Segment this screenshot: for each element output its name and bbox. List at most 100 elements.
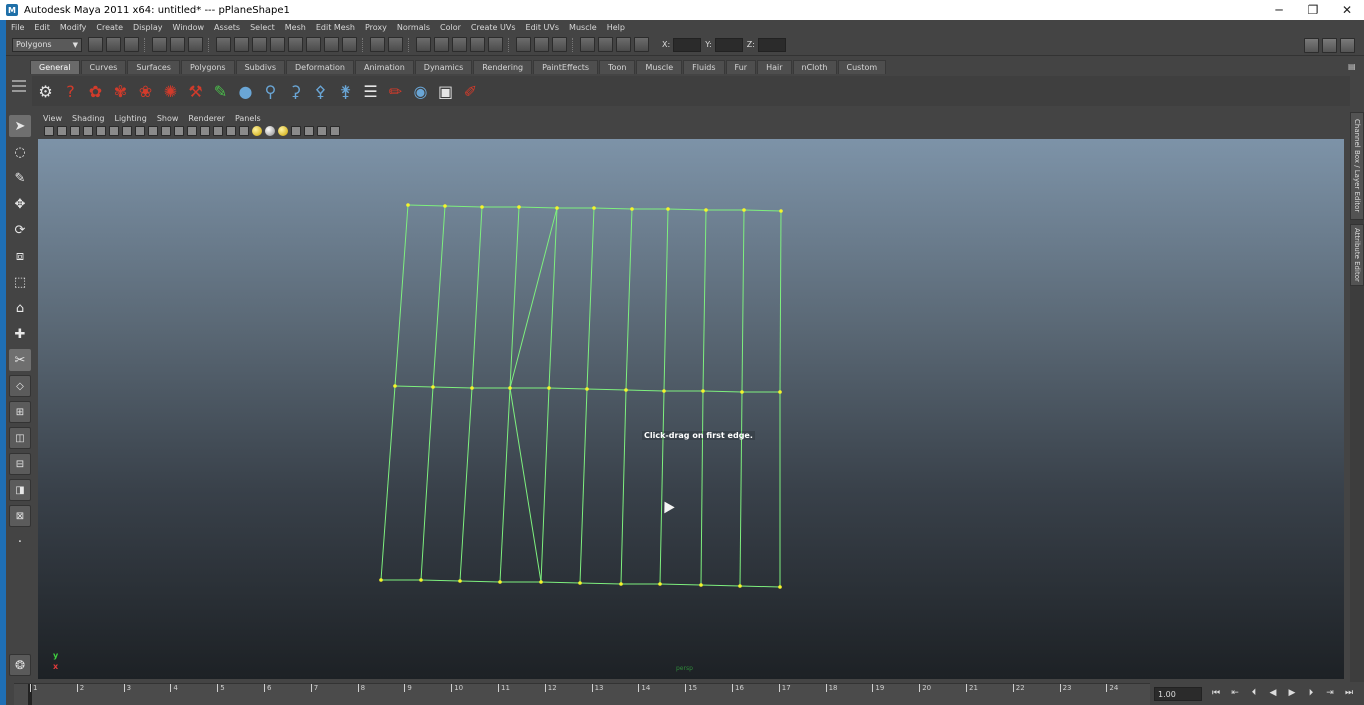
panel-menu-lighting[interactable]: Lighting bbox=[109, 114, 151, 123]
mesh-vertex[interactable] bbox=[778, 585, 782, 589]
render-current-frame-icon[interactable] bbox=[598, 37, 613, 52]
wireframe-icon[interactable] bbox=[200, 126, 210, 136]
menu-normals[interactable]: Normals bbox=[392, 23, 435, 32]
mesh-vertex[interactable] bbox=[630, 207, 634, 211]
camera-icon[interactable]: ◉ bbox=[409, 80, 432, 103]
field-chart-icon[interactable] bbox=[161, 126, 171, 136]
shelf-tab-muscle[interactable]: Muscle bbox=[636, 60, 683, 74]
grid-icon[interactable] bbox=[109, 126, 119, 136]
menu-color[interactable]: Color bbox=[435, 23, 466, 32]
two-d-pan-zoom-icon[interactable] bbox=[96, 126, 106, 136]
menu-edit-uvs[interactable]: Edit UVs bbox=[521, 23, 565, 32]
textured-icon[interactable] bbox=[239, 126, 249, 136]
select-by-object-icon[interactable] bbox=[170, 37, 185, 52]
shelf-tab-general[interactable]: General bbox=[30, 60, 80, 74]
xray-icon[interactable] bbox=[304, 126, 314, 136]
layout-options-icon[interactable]: · bbox=[9, 531, 31, 553]
shelf-tab-subdivs[interactable]: Subdivs bbox=[235, 60, 286, 74]
panel-menu-view[interactable]: View bbox=[38, 114, 67, 123]
lattice-icon[interactable]: ⚵ bbox=[334, 80, 357, 103]
help-icon[interactable]: ? bbox=[59, 80, 82, 103]
tab-attribute-editor[interactable]: Attribute Editor bbox=[1350, 224, 1364, 286]
mesh-vertex[interactable] bbox=[666, 207, 670, 211]
close-button[interactable]: ✕ bbox=[1330, 0, 1364, 20]
minimize-button[interactable]: ─ bbox=[1262, 0, 1296, 20]
time-slider[interactable]: 1 2 3 4 5 6 7 8 9 10 11 12 13 14 15 16 17 18 19 20 21 22 23 24 bbox=[14, 683, 1150, 705]
toggle-attribute-editor-icon[interactable] bbox=[1304, 38, 1319, 53]
cleanup-icon[interactable]: ✿ bbox=[84, 80, 107, 103]
z-field[interactable] bbox=[757, 37, 786, 52]
mesh-vertex[interactable] bbox=[458, 579, 462, 583]
menu-file[interactable]: File bbox=[6, 23, 29, 32]
mesh-vertex[interactable] bbox=[592, 206, 596, 210]
snap-to-grid-icon[interactable] bbox=[416, 37, 431, 52]
smooth-shade-icon[interactable] bbox=[213, 126, 223, 136]
menu-mesh[interactable]: Mesh bbox=[280, 23, 311, 32]
menu-set-dropdown[interactable]: Polygons ▼ bbox=[12, 37, 82, 52]
panel-menu-renderer[interactable]: Renderer bbox=[183, 114, 230, 123]
mel-script-icon[interactable]: ⚙ bbox=[34, 80, 57, 103]
split-polygon-tool-icon[interactable]: ✂ bbox=[9, 349, 31, 371]
step-back-key-icon[interactable]: ⏴ bbox=[1246, 686, 1262, 700]
render-view-icon[interactable] bbox=[580, 37, 595, 52]
menu-help[interactable]: Help bbox=[602, 23, 630, 32]
layout-four-pane-icon[interactable]: ⊞ bbox=[9, 401, 31, 423]
play-forwards-icon[interactable]: ▶ bbox=[1284, 686, 1300, 700]
menu-assets[interactable]: Assets bbox=[209, 23, 245, 32]
toggle-tool-settings-icon[interactable] bbox=[1322, 38, 1337, 53]
shelf-tab-fluids[interactable]: Fluids bbox=[683, 60, 725, 74]
layout-persp-trax-icon[interactable]: ⊠ bbox=[9, 505, 31, 527]
menu-create-uvs[interactable]: Create UVs bbox=[466, 23, 521, 32]
snap-to-view-plane-icon[interactable] bbox=[470, 37, 485, 52]
mesh-vertex[interactable] bbox=[738, 584, 742, 588]
ipr-render-icon[interactable] bbox=[616, 37, 631, 52]
select-surfaces-icon[interactable] bbox=[270, 37, 285, 52]
menu-edit[interactable]: Edit bbox=[29, 23, 55, 32]
select-rendering-icon[interactable] bbox=[324, 37, 339, 52]
rotate-tool-icon[interactable]: ⟳ bbox=[9, 219, 31, 241]
shelf-tab-painteffects[interactable]: PaintEffects bbox=[533, 60, 599, 74]
shelf-tab-fur[interactable]: Fur bbox=[725, 60, 757, 74]
mesh-vertex[interactable] bbox=[419, 578, 423, 582]
shelf-tab-deformation[interactable]: Deformation bbox=[286, 60, 354, 74]
ik-handle-icon[interactable]: ⚳ bbox=[284, 80, 307, 103]
go-to-start-icon[interactable]: ⏮ bbox=[1208, 686, 1224, 700]
layout-persp-outliner-icon[interactable]: ◫ bbox=[9, 427, 31, 449]
mesh-vertex[interactable] bbox=[624, 388, 628, 392]
menu-display[interactable]: Display bbox=[128, 23, 168, 32]
safe-action-icon[interactable] bbox=[174, 126, 184, 136]
shelf-tab-dynamics[interactable]: Dynamics bbox=[414, 60, 473, 74]
snap-to-point-icon[interactable] bbox=[452, 37, 467, 52]
step-back-frame-icon[interactable]: ⇤ bbox=[1227, 686, 1243, 700]
brush-icon[interactable]: ✐ bbox=[459, 80, 482, 103]
quick-layout-icon[interactable]: ❂ bbox=[9, 654, 31, 676]
resolution-gate-icon[interactable] bbox=[135, 126, 145, 136]
make-live-icon[interactable] bbox=[488, 37, 503, 52]
x-field[interactable] bbox=[673, 37, 702, 52]
joint-icon[interactable]: ⚲ bbox=[259, 80, 282, 103]
mesh-vertex[interactable] bbox=[704, 208, 708, 212]
cluster-icon[interactable]: ⚴ bbox=[309, 80, 332, 103]
shelf-tab-surfaces[interactable]: Surfaces bbox=[127, 60, 180, 74]
sphere-icon[interactable]: ● bbox=[234, 80, 257, 103]
panel-menu-show[interactable]: Show bbox=[152, 114, 184, 123]
mesh-vertex[interactable] bbox=[470, 386, 474, 390]
shelf-tab-toon[interactable]: Toon bbox=[599, 60, 636, 74]
film-gate-icon[interactable] bbox=[122, 126, 132, 136]
mesh-vertex[interactable] bbox=[555, 206, 559, 210]
gate-mask-icon[interactable] bbox=[148, 126, 158, 136]
mesh-vertex[interactable] bbox=[699, 583, 703, 587]
mesh-vertex[interactable] bbox=[547, 386, 551, 390]
layout-hypershade-icon[interactable]: ◨ bbox=[9, 479, 31, 501]
lasso-tool-icon[interactable]: ◌ bbox=[9, 141, 31, 163]
menu-window[interactable]: Window bbox=[168, 23, 210, 32]
panel-menu-panels[interactable]: Panels bbox=[230, 114, 266, 123]
move-tool-icon[interactable]: ✥ bbox=[9, 193, 31, 215]
mesh-vertex[interactable] bbox=[742, 208, 746, 212]
shelf-tab-curves[interactable]: Curves bbox=[80, 60, 127, 74]
bookmarks-icon[interactable] bbox=[70, 126, 80, 136]
mesh-vertex[interactable] bbox=[480, 205, 484, 209]
mesh-vertex[interactable] bbox=[778, 390, 782, 394]
mesh-vertex[interactable] bbox=[662, 389, 666, 393]
mesh-vertex[interactable] bbox=[517, 205, 521, 209]
